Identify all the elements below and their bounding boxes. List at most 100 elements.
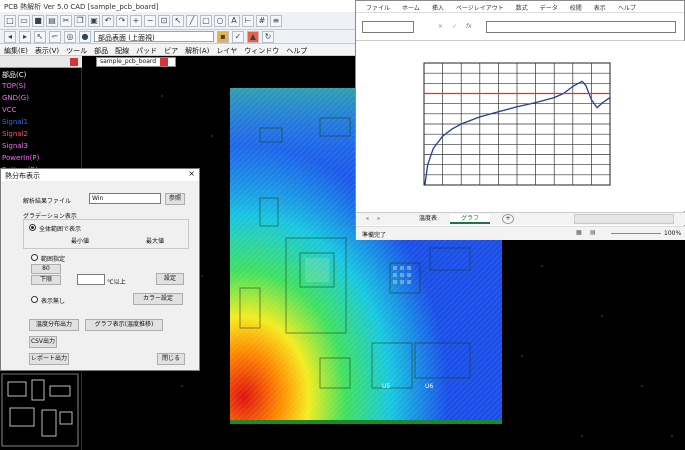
report-button[interactable]: レポート出力 xyxy=(29,353,69,365)
save-icon[interactable]: ■ xyxy=(32,14,44,27)
menu-item[interactable]: ヘルプ xyxy=(286,46,307,55)
redo-icon[interactable]: ↷ xyxy=(116,14,128,27)
drc-icon[interactable]: ✓ xyxy=(232,30,244,43)
ribbon-tab[interactable]: 数式 xyxy=(516,3,528,12)
layer-item[interactable]: TOP(S) xyxy=(0,82,82,94)
open-folder-icon[interactable]: ▭ xyxy=(18,14,30,27)
menu-item[interactable]: 配線 xyxy=(115,46,129,55)
zoom-in-icon[interactable]: + xyxy=(130,14,142,27)
pad-icon[interactable]: ● xyxy=(79,30,91,43)
route-icon[interactable]: ⌐ xyxy=(49,30,61,43)
main-toolbar: □ ▭ ■ ▤ ✂ ❐ ▣ ↶ ↷ + − ⊡ ↖ ╱ ▢ ○ A ⊢ # ≡ xyxy=(0,12,360,30)
pointer-icon[interactable]: ↖ xyxy=(34,30,46,43)
menu-item[interactable]: パッド xyxy=(136,46,157,55)
upper-value[interactable]: 80 xyxy=(31,264,61,274)
menu-item[interactable]: レイヤ xyxy=(216,46,237,55)
line-icon[interactable]: ╱ xyxy=(186,14,198,27)
browse-button[interactable]: 参照 xyxy=(165,193,185,205)
palette-button[interactable]: カラー設定 xyxy=(133,293,183,305)
zoom-slider[interactable] xyxy=(611,233,661,234)
radio-full-range[interactable] xyxy=(29,224,36,231)
layer-icon[interactable]: ≡ xyxy=(270,14,282,27)
zoom-out-icon[interactable]: − xyxy=(144,14,156,27)
ribbon-tab[interactable]: 表示 xyxy=(594,3,606,12)
layer-select[interactable]: 部品表面 (上面視) xyxy=(94,31,214,42)
unit-label: ℃以上 xyxy=(107,279,126,286)
fit-icon[interactable]: ⊡ xyxy=(158,14,170,27)
ribbon-tab[interactable]: ファイル xyxy=(366,3,390,12)
graph-button[interactable]: グラフ表示(温度推移) xyxy=(85,319,163,331)
menu-item[interactable]: 部品 xyxy=(94,46,108,55)
select-icon[interactable]: ↖ xyxy=(172,14,184,27)
line-chart[interactable] xyxy=(356,41,685,211)
dialog-title-bar: 熱分布表示 × xyxy=(1,169,199,181)
layer-item[interactable]: Signal1 xyxy=(0,118,82,130)
undo-icon[interactable]: ↶ xyxy=(102,14,114,27)
prev-sheet-icon[interactable]: ◂ xyxy=(362,214,372,224)
layer-item[interactable]: GND(G) xyxy=(0,94,82,106)
circle-icon[interactable]: ○ xyxy=(214,14,226,27)
measure-icon[interactable]: ⊢ xyxy=(242,14,254,27)
menu-item[interactable]: 表示(V) xyxy=(35,46,59,55)
arrow-right-icon[interactable]: ▸ xyxy=(19,30,31,43)
lower-button[interactable]: 下限 xyxy=(31,275,61,285)
spreadsheet-window: ファイル ホーム 挿入 ページレイアウト 数式 データ 校閲 表示 ヘルプ ✕ … xyxy=(355,0,685,240)
confirm-icon[interactable]: ✓ xyxy=(452,23,457,30)
layer-item[interactable]: VCC xyxy=(0,106,82,118)
board-thumbnail[interactable] xyxy=(0,372,82,450)
print-icon[interactable]: ▤ xyxy=(46,14,58,27)
refresh-icon[interactable]: ↻ xyxy=(262,30,274,43)
ribbon-tab[interactable]: ヘルプ xyxy=(618,3,636,12)
worksheet[interactable] xyxy=(356,41,685,211)
radio-none-label: 表示無し xyxy=(41,298,66,305)
layer-color-icon[interactable]: ▪ xyxy=(217,30,229,43)
menu-item[interactable]: ツール xyxy=(66,46,87,55)
set-button[interactable]: 設定 xyxy=(156,273,184,285)
view-layout-icon[interactable]: ▤ xyxy=(590,229,596,236)
menu-item[interactable]: 解析(A) xyxy=(185,46,209,55)
grid-icon[interactable]: # xyxy=(256,14,268,27)
layer-item[interactable]: 部品(C) xyxy=(0,70,82,82)
sheet-tab[interactable]: 温度表 xyxy=(408,214,448,224)
layer-item[interactable]: Signal2 xyxy=(0,130,82,142)
text-icon[interactable]: A xyxy=(228,14,240,27)
file-label: 解析結果ファイル xyxy=(23,198,72,205)
copy-icon[interactable]: ❐ xyxy=(74,14,86,27)
ribbon-tab[interactable]: データ xyxy=(540,3,558,12)
ribbon-tab[interactable]: ホーム xyxy=(402,3,420,12)
layer-item[interactable]: Signal3 xyxy=(0,142,82,154)
menu-item[interactable]: 編集(E) xyxy=(4,46,28,55)
horizontal-scrollbar[interactable] xyxy=(574,214,674,224)
zoom-level: 100% xyxy=(664,230,682,237)
layer-item[interactable]: PowerIn(P) xyxy=(0,154,82,166)
ribbon-tab[interactable]: 校閲 xyxy=(570,3,582,12)
ribbon-tab[interactable]: ページレイアウト xyxy=(456,3,504,12)
paste-icon[interactable]: ▣ xyxy=(88,14,100,27)
menu-item[interactable]: ビア xyxy=(164,46,178,55)
menu-item[interactable]: ウィンドウ xyxy=(244,46,279,55)
cut-icon[interactable]: ✂ xyxy=(60,14,72,27)
radio-range[interactable] xyxy=(31,254,38,261)
lower-input[interactable] xyxy=(77,274,105,285)
name-box[interactable] xyxy=(362,21,414,33)
via-icon[interactable]: ◎ xyxy=(64,30,76,43)
panel-close-icon[interactable] xyxy=(70,57,78,66)
formula-input[interactable] xyxy=(486,21,676,33)
file-input[interactable]: Win xyxy=(89,193,161,204)
ribbon-tab[interactable]: 挿入 xyxy=(432,3,444,12)
view-normal-icon[interactable]: ▦ xyxy=(576,229,582,236)
radio-none[interactable] xyxy=(31,296,38,303)
cancel-icon[interactable]: ✕ xyxy=(438,23,443,30)
csv-button[interactable]: CSV出力 xyxy=(29,336,57,348)
export-button[interactable]: 温度分布出力 xyxy=(29,319,79,331)
heat-icon[interactable]: ▲ xyxy=(247,30,259,43)
new-file-icon[interactable]: □ xyxy=(4,14,16,27)
sheet-tab-active[interactable]: グラフ xyxy=(450,214,490,224)
fx-icon[interactable]: fx xyxy=(466,23,472,30)
close-icon[interactable]: × xyxy=(188,169,195,178)
arrow-left-icon[interactable]: ◂ xyxy=(4,30,16,43)
rect-icon[interactable]: ▢ xyxy=(200,14,212,27)
next-sheet-icon[interactable]: ▸ xyxy=(374,214,384,224)
dialog-close-button[interactable]: 閉じる xyxy=(157,353,185,365)
add-sheet-icon[interactable]: + xyxy=(502,214,514,224)
